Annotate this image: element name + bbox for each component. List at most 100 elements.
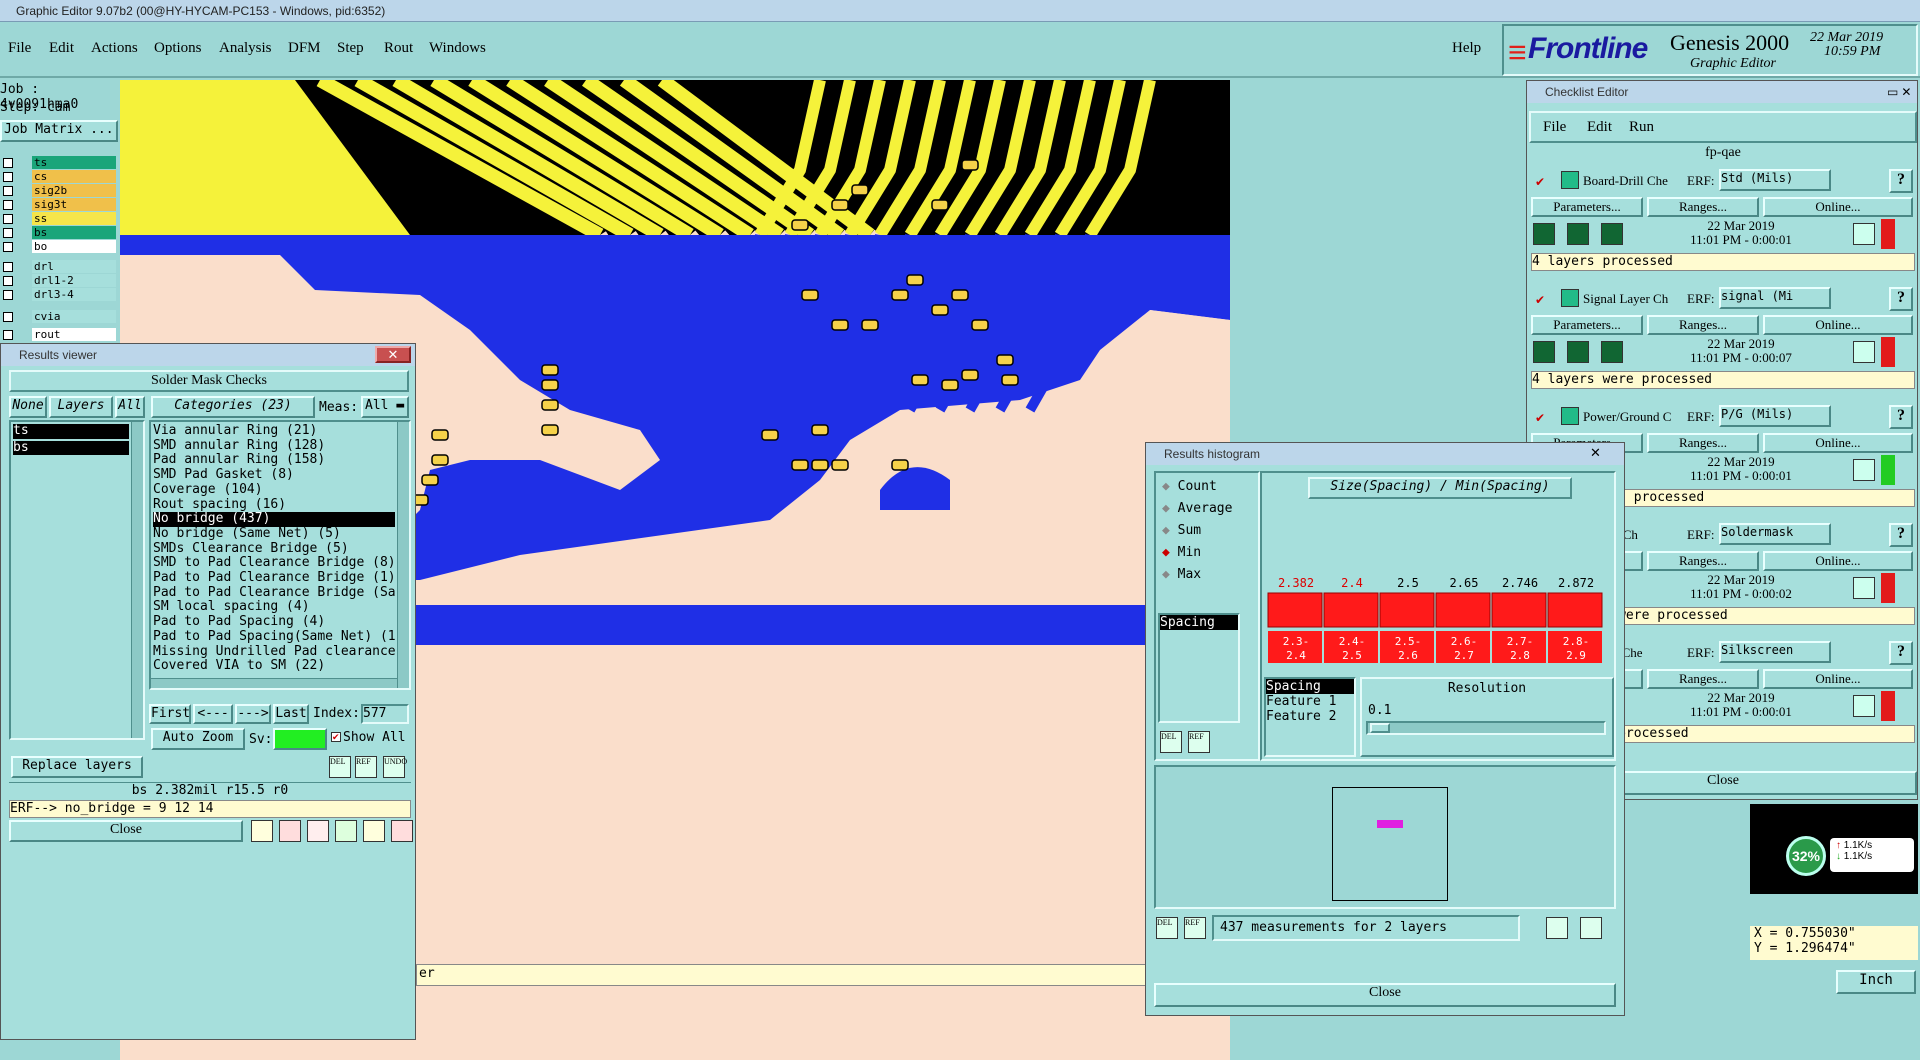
help-icon[interactable]: ?: [1889, 641, 1913, 665]
ranges-button[interactable]: Ranges...: [1647, 315, 1759, 335]
layer-row-5[interactable]: bs: [0, 226, 118, 240]
layers-none-button[interactable]: None: [9, 396, 47, 418]
erf-select[interactable]: signal (Mi: [1719, 287, 1831, 309]
layer-checkbox[interactable]: [3, 290, 13, 300]
layer-checkbox[interactable]: [3, 186, 13, 196]
histogram-close-button[interactable]: Close: [1154, 983, 1616, 1007]
layer-checkbox[interactable]: [3, 158, 13, 168]
online-button[interactable]: Online...: [1763, 315, 1913, 335]
layer-row-7[interactable]: drl: [0, 260, 118, 274]
radio-icon[interactable]: ◆: [1162, 567, 1170, 582]
histogram-close-icon[interactable]: ✕: [1590, 445, 1601, 461]
histogram-option-sum[interactable]: ◆ Sum: [1162, 523, 1201, 538]
run-icon-3[interactable]: [1601, 341, 1623, 363]
zoom-icon[interactable]: [1853, 695, 1875, 717]
meas-select[interactable]: All ▬: [361, 396, 409, 418]
check-name[interactable]: Signal Layer Ch: [1583, 291, 1683, 307]
toolbar-icon-3[interactable]: [307, 820, 329, 842]
sv-select[interactable]: [273, 728, 327, 750]
help-icon[interactable]: ?: [1889, 523, 1913, 547]
resolution-slider-handle[interactable]: [1370, 723, 1390, 733]
layer-row-11[interactable]: rout: [0, 328, 118, 342]
hist-ref-icon[interactable]: REF: [1188, 731, 1210, 753]
category-item[interactable]: No bridge (Same Net) (5): [153, 527, 395, 542]
zoom-icon[interactable]: [1853, 577, 1875, 599]
category-hscrollbar[interactable]: [151, 678, 397, 688]
histogram-bar[interactable]: [1267, 592, 1323, 628]
category-item[interactable]: Pad to Pad Spacing (4): [153, 615, 395, 630]
category-item[interactable]: Rout spacing (16): [153, 498, 395, 513]
histogram-option-count[interactable]: ◆ Count: [1162, 479, 1217, 494]
layer-checkbox[interactable]: [3, 200, 13, 210]
layers-all-button[interactable]: All: [115, 396, 145, 418]
chart-icon[interactable]: [391, 820, 413, 842]
layer-row-10[interactable]: cvia: [0, 310, 118, 324]
online-button[interactable]: Online...: [1763, 197, 1913, 217]
check-name[interactable]: Power/Ground C: [1583, 409, 1683, 425]
categories-button[interactable]: Categories (23): [151, 396, 315, 418]
layer-checkbox[interactable]: [3, 242, 13, 252]
category-item[interactable]: Pad to Pad Spacing(Same Net) (1): [153, 630, 395, 645]
feature-2[interactable]: Feature 2: [1266, 709, 1354, 724]
category-item[interactable]: Missing Undrilled Pad clearance (: [153, 645, 395, 660]
menu-dfm[interactable]: DFM: [288, 40, 321, 57]
category-scrollbar[interactable]: [397, 422, 409, 688]
measurement-item[interactable]: Spacing: [1160, 615, 1238, 630]
category-item[interactable]: SMD annular Ring (128): [153, 439, 395, 454]
menu-rout[interactable]: Rout: [384, 40, 413, 57]
feature-list[interactable]: Spacing Feature 1 Feature 2: [1264, 677, 1356, 757]
auto-zoom-select[interactable]: Auto Zoom: [151, 728, 245, 750]
layer-row-8[interactable]: drl1-2: [0, 274, 118, 288]
help-icon[interactable]: ?: [1889, 169, 1913, 193]
histogram-bar[interactable]: [1491, 592, 1547, 628]
online-button[interactable]: Online...: [1763, 669, 1913, 689]
last-button[interactable]: Last: [273, 704, 309, 724]
first-button[interactable]: First: [149, 704, 191, 724]
zoom-icon[interactable]: [1853, 223, 1875, 245]
category-item[interactable]: Via annular Ring (21): [153, 424, 395, 439]
category-item[interactable]: SM local spacing (4): [153, 600, 395, 615]
layer-row-0[interactable]: ts: [0, 156, 118, 170]
layer-list-scrollbar[interactable]: [131, 422, 143, 738]
layer-checkbox[interactable]: [3, 330, 13, 340]
category-item[interactable]: SMDs Clearance Bridge (5): [153, 542, 395, 557]
erf-select[interactable]: P/G (Mils): [1719, 405, 1831, 427]
hist-del-icon[interactable]: DEL: [1160, 731, 1182, 753]
category-item[interactable]: Pad to Pad Clearance Bridge (1): [153, 571, 395, 586]
help-icon[interactable]: ?: [1889, 405, 1913, 429]
layer-checkbox[interactable]: [3, 172, 13, 182]
checklist-menu-run[interactable]: Run: [1629, 119, 1654, 136]
toolbar-icon-5[interactable]: [363, 820, 385, 842]
resolution-slider[interactable]: [1366, 721, 1606, 735]
toolbar-icon-1[interactable]: [251, 820, 273, 842]
histogram-chart-icon-2[interactable]: [1580, 917, 1602, 939]
result-layer-item[interactable]: ts: [13, 423, 129, 439]
histogram-bar[interactable]: [1435, 592, 1491, 628]
menu-edit[interactable]: Edit: [49, 40, 74, 57]
histogram-option-max[interactable]: ◆ Max: [1162, 567, 1201, 582]
toolbar-icon-4[interactable]: [335, 820, 357, 842]
checklist-menu-file[interactable]: File: [1543, 119, 1566, 136]
toolbar-icon-2[interactable]: [279, 820, 301, 842]
help-icon[interactable]: ?: [1889, 287, 1913, 311]
erf-select[interactable]: Soldermask: [1719, 523, 1831, 545]
ref-icon[interactable]: REF: [355, 756, 377, 778]
category-item[interactable]: Pad annular Ring (158): [153, 453, 395, 468]
ranges-button[interactable]: Ranges...: [1647, 551, 1759, 571]
checklist-menu-edit[interactable]: Edit: [1587, 119, 1612, 136]
measurement-list[interactable]: Spacing: [1158, 613, 1240, 723]
feature-spacing[interactable]: Spacing: [1266, 679, 1354, 694]
results-viewer-close-icon[interactable]: ✕: [375, 346, 411, 363]
layer-checkbox[interactable]: [3, 312, 13, 322]
layers-button[interactable]: Layers: [49, 396, 113, 418]
zoom-icon[interactable]: [1853, 459, 1875, 481]
category-item[interactable]: No bridge (437): [153, 512, 395, 527]
category-item[interactable]: Pad to Pad Clearance Bridge (Same: [153, 586, 395, 601]
parameters-button[interactable]: Parameters...: [1531, 315, 1643, 335]
layer-row-4[interactable]: ss: [0, 212, 118, 226]
radio-icon[interactable]: ◆: [1162, 545, 1170, 560]
layer-row-3[interactable]: sig3t: [0, 198, 118, 212]
check-name[interactable]: Board-Drill Che: [1583, 173, 1683, 189]
layer-checkbox[interactable]: [3, 214, 13, 224]
parameters-button[interactable]: Parameters...: [1531, 197, 1643, 217]
